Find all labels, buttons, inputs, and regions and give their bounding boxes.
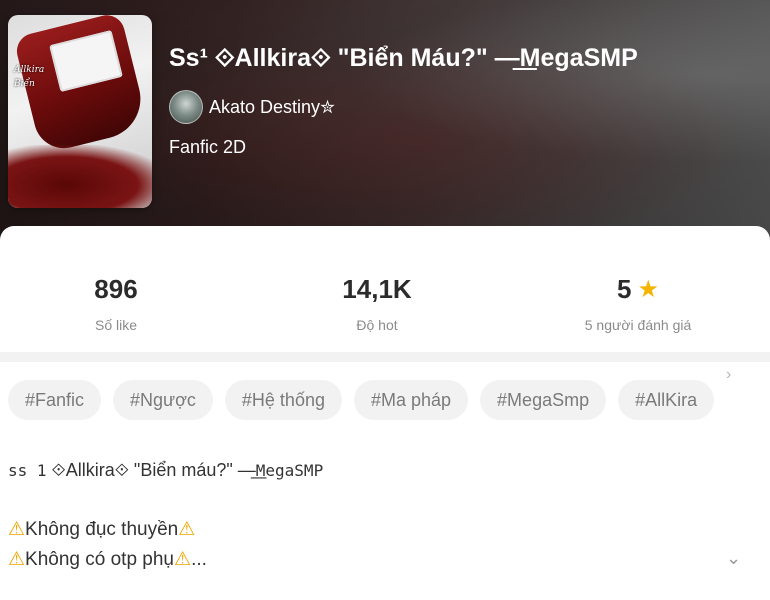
- description-title-prefix: ss 1: [8, 461, 47, 480]
- tag-ma-phap[interactable]: #Ma pháp: [353, 380, 469, 420]
- description-line-text: Không đục thuyền: [25, 519, 179, 540]
- chevron-down-icon[interactable]: ⌄: [726, 548, 741, 569]
- tag-nguoc[interactable]: #Ngược: [113, 380, 213, 420]
- rating-count-label: 5 người đánh giá: [584, 317, 692, 333]
- story-cover-image[interactable]: Allkira Biển: [8, 15, 152, 208]
- warning-icon: ⚠: [174, 549, 192, 570]
- warning-icon: ⚠: [8, 519, 26, 540]
- description-title: ss 1 ⟐Allkira⟐ "Biển máu?" —͟MegaSMP: [8, 460, 323, 481]
- tag-fanfic[interactable]: #Fanfic: [8, 380, 102, 420]
- tag-he-thong[interactable]: #Hệ thống: [224, 380, 342, 420]
- likes-count: 896: [94, 274, 138, 304]
- description-title-suffix: MegaSMP: [255, 461, 324, 480]
- warning-icon: ⚠: [178, 519, 196, 540]
- chevron-right-icon[interactable]: ›: [726, 366, 731, 384]
- description-line: ⚠Không đục thuyền⚠: [8, 518, 195, 541]
- tag-allkira[interactable]: #AllKira: [618, 380, 715, 420]
- warning-icon: ⚠: [8, 549, 26, 570]
- author-link[interactable]: Akato Destiny✮: [169, 90, 335, 124]
- tag-list: #Fanfic #Ngược #Hệ thống #Ma pháp #MegaS…: [8, 380, 715, 420]
- cover-text-line-2: Biển: [14, 79, 35, 90]
- tag-megasmp[interactable]: #MegaSmp: [480, 380, 607, 420]
- section-divider: [0, 352, 770, 362]
- star-icon: ★: [637, 275, 659, 303]
- stat-hot: 14,1K Độ hot: [267, 274, 487, 333]
- story-category: Fanfic 2D: [169, 137, 247, 157]
- cover-text-line-1: Allkira: [14, 65, 45, 75]
- author-name[interactable]: Akato Destiny✮: [209, 97, 335, 118]
- description-ellipsis: ...: [191, 549, 207, 570]
- description-line: ⚠Không có otp phụ⚠...: [8, 548, 207, 571]
- cover-text: Allkira Biển: [14, 63, 44, 92]
- rating-score: 5: [617, 274, 632, 304]
- author-avatar[interactable]: [169, 90, 203, 124]
- hot-count: 14,1K: [342, 274, 412, 304]
- description-line-text: Không có otp phụ: [25, 549, 175, 570]
- story-detail-panel: 896 Số like 14,1K Độ hot 5 ★ 5 người đán…: [0, 226, 770, 600]
- stat-likes: 896 Số like: [6, 274, 226, 333]
- likes-label: Số like: [94, 317, 138, 333]
- stat-rating[interactable]: 5 ★ 5 người đánh giá: [528, 274, 748, 333]
- story-title: Ss¹ ⟐Allkira⟐ "Biển Máu?" —͟MegaSMP: [169, 44, 638, 72]
- cover-blood-pool: [8, 145, 152, 208]
- description-title-rest: ⟐Allkira⟐ "Biển máu?" —͟: [51, 460, 256, 480]
- hot-label: Độ hot: [356, 317, 398, 333]
- stats-row: 896 Số like 14,1K Độ hot 5 ★ 5 người đán…: [0, 274, 770, 383]
